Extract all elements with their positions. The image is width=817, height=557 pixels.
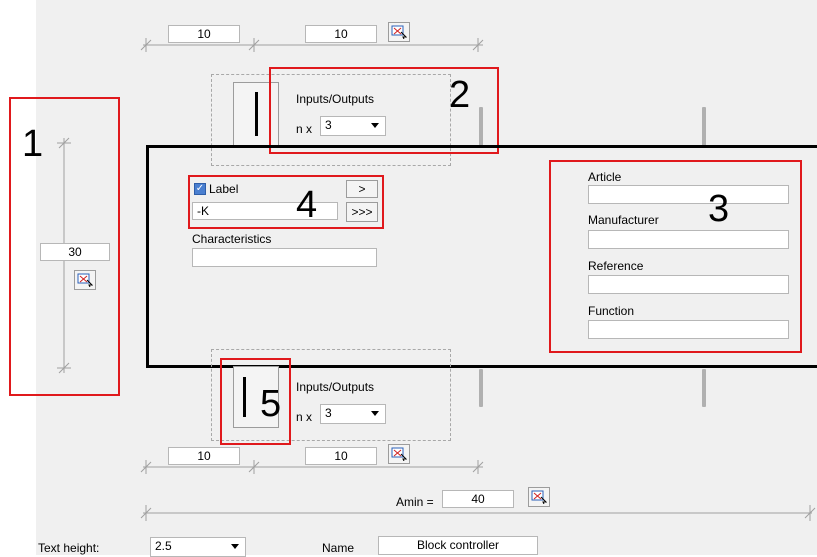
characteristics-label: Characteristics <box>192 232 272 246</box>
text-height-value: 2.5 <box>155 539 172 553</box>
name-field[interactable]: Block controller <box>378 536 538 555</box>
io-bottom-n-label: n x <box>296 410 313 424</box>
bottom-pick-button[interactable] <box>388 444 410 464</box>
amin-field[interactable]: 40 <box>442 490 514 508</box>
io-bottom-count-select[interactable]: 3 <box>320 404 386 424</box>
top-pick-button[interactable] <box>388 22 410 42</box>
callout-number-3: 3 <box>708 188 730 230</box>
pick-dimension-icon <box>531 490 547 504</box>
name-label: Name <box>322 541 355 555</box>
callout-box-4 <box>188 175 384 229</box>
pick-dimension-icon <box>391 447 407 461</box>
top-dim-right-field[interactable]: 10 <box>305 25 377 43</box>
characteristics-field[interactable] <box>192 248 377 267</box>
text-height-select[interactable]: 2.5 <box>150 537 246 557</box>
top-dim-left-field[interactable]: 10 <box>168 25 240 43</box>
pin-top-1 <box>479 107 483 147</box>
connector-bar-icon <box>254 92 258 136</box>
pin-bottom-2 <box>702 369 706 407</box>
io-bottom-label: Inputs/Outputs <box>296 380 375 394</box>
amin-pick-button[interactable] <box>528 487 550 507</box>
io-bottom-count-value: 3 <box>325 406 332 420</box>
text-height-label: Text height: <box>38 541 100 555</box>
callout-number-2: 2 <box>449 74 471 116</box>
pick-dimension-icon <box>391 25 407 39</box>
amin-label: Amin = <box>396 495 434 509</box>
pin-bottom-1 <box>479 369 483 407</box>
bottom-dim-right-field[interactable]: 10 <box>305 447 377 465</box>
callout-box-3 <box>549 160 802 353</box>
chevron-down-icon <box>371 411 379 416</box>
bottom-dim-left-field[interactable]: 10 <box>168 447 240 465</box>
chevron-down-icon <box>231 544 239 549</box>
callout-number-4: 4 <box>296 184 318 226</box>
pin-top-2 <box>702 107 706 147</box>
callout-number-1: 1 <box>22 123 44 165</box>
callout-number-5: 5 <box>260 383 282 425</box>
